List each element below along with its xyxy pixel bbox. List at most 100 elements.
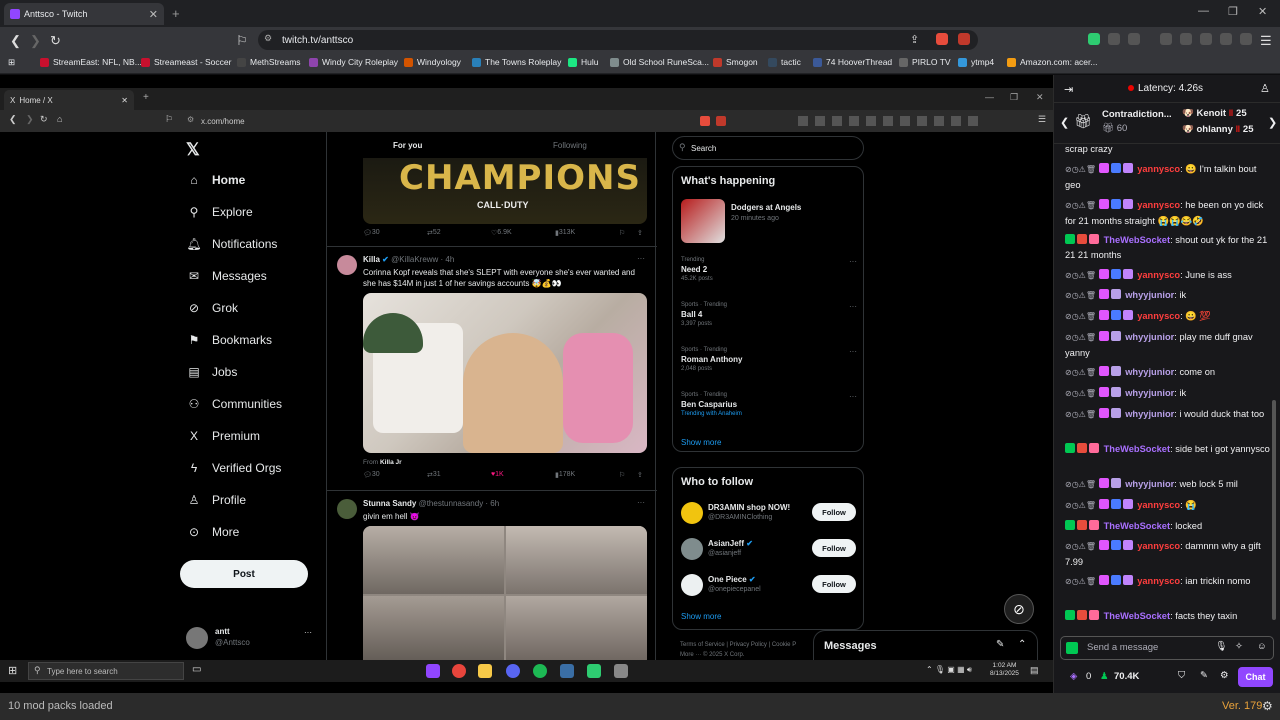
new-tab-icon[interactable]: + xyxy=(143,92,149,103)
collapse-chat-icon[interactable]: ⇥ xyxy=(1064,83,1073,96)
chevron-left-icon[interactable]: ❮ xyxy=(1060,116,1069,129)
nav-verified-orgs[interactable]: ϟ Verified Orgs xyxy=(186,458,282,478)
nav-profile[interactable]: ♙ Profile xyxy=(186,490,246,510)
nav-bookmarks[interactable]: ⚑ Bookmarks xyxy=(186,330,272,350)
follow-suggestion[interactable]: AsianJeff ✔ @asianjeff Follow xyxy=(681,536,857,564)
leader-user[interactable]: 🐶 ohlanny ‖ 25 xyxy=(1182,124,1253,135)
minimize-icon[interactable]: — xyxy=(1198,5,1209,17)
chat-message[interactable]: ⊘◷⚠🗑︎ whyyjunior: come on xyxy=(1065,365,1270,381)
follow-suggestion[interactable]: One Piece ✔ @onepiecepanel Follow xyxy=(681,572,857,600)
stream-video[interactable]: X Home / X ✕ + — ❐ ✕ ❮ ❯ ↻ ⌂ ⚐ ⚙ x.com/h… xyxy=(0,75,1053,693)
chat-message[interactable]: ⊘◷⚠🗑︎ whyyjunior: play me duff gnav yann… xyxy=(1065,330,1270,360)
maximize-icon[interactable]: ❐ xyxy=(1228,5,1238,18)
extension-icon[interactable] xyxy=(1128,33,1140,45)
privacy-link[interactable]: Privacy Policy xyxy=(730,642,767,648)
bookmark-item[interactable]: 74 HooverThread xyxy=(813,57,892,67)
chat-message[interactable]: ⊘◷⚠🗑︎ yannysco: June is ass xyxy=(1065,268,1270,284)
extension-icon[interactable] xyxy=(1108,33,1120,45)
chat-send-button[interactable]: Chat xyxy=(1238,667,1273,687)
bookmark-item[interactable]: PIRLO TV xyxy=(899,57,951,67)
bookmark-icon[interactable]: ⚐ xyxy=(619,471,625,479)
search-input[interactable]: ⚲ Search xyxy=(672,136,864,160)
share-icon[interactable]: ⇪ xyxy=(637,471,643,479)
chevron-right-icon[interactable]: ❯ xyxy=(1268,116,1277,129)
wallet-icon[interactable] xyxy=(1200,33,1212,45)
channel-points-icon[interactable]: ◈ xyxy=(1070,671,1077,682)
inner-url-field[interactable]: ⚙ x.com/home xyxy=(183,114,653,128)
bookmark-item[interactable]: tactic xyxy=(768,57,801,67)
app-taskbar-icon[interactable] xyxy=(560,664,574,678)
microphone-icon[interactable]: 🎙︎ xyxy=(1215,641,1227,652)
like-button[interactable]: ♡ 6.9K xyxy=(491,229,512,237)
mod-action-icons[interactable]: ⊘◷⚠🗑︎ xyxy=(1065,163,1096,178)
reply-button[interactable]: 💬︎ 30 xyxy=(363,229,380,237)
outer-tab-twitch[interactable]: Anttsco - Twitch ✕ xyxy=(4,3,164,25)
chat-message[interactable]: ⊘◷⚠🗑︎ whyyjunior: ik xyxy=(1065,386,1270,402)
reload-icon[interactable]: ↻ xyxy=(50,33,61,49)
maximize-icon[interactable]: ❐ xyxy=(1010,92,1018,103)
grok-floating-button[interactable]: ⊘ xyxy=(1004,594,1034,624)
tweet-media-video[interactable] xyxy=(363,293,647,453)
notification-icon[interactable]: ▤ xyxy=(1030,665,1039,676)
cookie-link[interactable]: Cookie P xyxy=(772,642,796,648)
nav-more[interactable]: ⊙ More xyxy=(186,522,239,542)
trend-item[interactable]: Sports · Trending Roman Anthony 2,048 post… xyxy=(681,347,857,372)
chat-scrollbar[interactable] xyxy=(1272,400,1276,620)
chevron-up-icon[interactable]: ⌃ xyxy=(1018,639,1026,650)
emote-icon[interactable]: ☺ xyxy=(1257,641,1267,652)
repost-button[interactable]: ⇄ 31 xyxy=(427,471,441,479)
bookmark-item[interactable]: Old School RuneSca... xyxy=(610,57,709,67)
trend-item[interactable]: Sports · Trending Ben Casparius Trending w… xyxy=(681,392,857,417)
extension-d-icon[interactable] xyxy=(1088,33,1100,45)
app-taskbar-icon[interactable] xyxy=(614,664,628,678)
gear-icon[interactable]: ⚙ xyxy=(1262,699,1273,713)
clock[interactable]: 1:02 AM 8/13/2025 xyxy=(990,662,1019,678)
bookmark-item[interactable]: The Towns Roleplay xyxy=(472,57,561,67)
close-tab-icon[interactable]: ✕ xyxy=(149,8,158,21)
spotify-taskbar-icon[interactable] xyxy=(533,664,547,678)
chrome-taskbar-icon[interactable] xyxy=(452,664,466,678)
close-window-icon[interactable]: ✕ xyxy=(1036,92,1044,103)
terms-link[interactable]: Terms of Service xyxy=(680,642,725,648)
bookmark-item[interactable]: StreamEast: NFL, NB... xyxy=(40,57,142,67)
reload-icon[interactable]: ↻ xyxy=(40,114,48,125)
nav-explore[interactable]: ⚲ Explore xyxy=(186,202,253,222)
taskbar-search-input[interactable]: ⚲ Type here to search xyxy=(28,662,184,680)
bookmark-item[interactable]: Hulu xyxy=(568,57,598,67)
tweet-media-image[interactable] xyxy=(363,526,647,660)
bookmark-item[interactable]: Windyology xyxy=(404,57,461,67)
task-view-icon[interactable]: ▭ xyxy=(192,664,201,675)
nav-home[interactable]: ⌂ Home xyxy=(186,170,245,190)
nav-notifications[interactable]: 🔔︎ Notifications xyxy=(186,234,277,254)
views-button[interactable]: ▮ 313K xyxy=(555,229,575,237)
media-icon[interactable] xyxy=(1160,33,1172,45)
chat-message[interactable]: ⊘◷⚠🗑︎ yannysco: 😀 💯 xyxy=(1065,309,1270,325)
nav-grok[interactable]: ⊘ Grok xyxy=(186,298,238,318)
site-info-icon[interactable]: ⚙ xyxy=(264,33,272,44)
share-icon[interactable]: ⇪ xyxy=(637,229,643,237)
bookmark-item[interactable]: ytmp4 xyxy=(958,57,994,67)
bookmark-icon[interactable]: ⚐ xyxy=(619,229,625,237)
leo-icon[interactable] xyxy=(1220,33,1232,45)
share-icon[interactable]: ⇪ xyxy=(910,33,919,46)
chat-message[interactable]: ⊘◷⚠🗑︎ yannysco: 😀 I'm talkin bout geo xyxy=(1065,162,1270,192)
chat-message[interactable]: ⊘◷⚠🗑︎ yannysco: he been on yo dick for 2… xyxy=(1065,198,1270,228)
chat-message[interactable]: ⊘◷⚠🗑︎ yannysco: damnnn why a gift 7.99 xyxy=(1065,539,1270,569)
nav-jobs[interactable]: ▤ Jobs xyxy=(186,362,237,382)
gear-icon[interactable]: ⚙ xyxy=(1220,670,1229,681)
event-title[interactable]: Dodgers at Angels xyxy=(731,203,801,212)
close-window-icon[interactable]: ✕ xyxy=(1258,5,1267,18)
chat-message[interactable]: TheWebSocket: facts they taxin xyxy=(1065,609,1270,624)
forward-icon[interactable]: ❯ xyxy=(30,33,41,49)
tab-for-you[interactable]: For you xyxy=(393,141,422,150)
chat-message[interactable]: TheWebSocket: side bet i got yannysco xyxy=(1065,442,1270,457)
nav-premium[interactable]: X Premium xyxy=(186,426,260,446)
bookmark-item[interactable]: Windy City Roleplay xyxy=(309,57,398,67)
sparkle-icon[interactable]: ✧ xyxy=(1235,641,1243,652)
follow-suggestion[interactable]: DR3AMIN shop NOW! @DR3AMINClothing Follo… xyxy=(681,500,857,528)
chat-message[interactable]: ⊘◷⚠🗑︎ yannysco: ian trickin nomo xyxy=(1065,574,1270,590)
chat-message[interactable]: TheWebSocket: shout out yk for the 21 21… xyxy=(1065,233,1270,262)
chat-message[interactable]: ⊘◷⚠🗑︎ whyyjunior: web lock 5 mil xyxy=(1065,477,1270,493)
mod-action-icons[interactable]: ⊘◷⚠🗑︎ xyxy=(1065,199,1096,214)
trend-item[interactable]: Sports · Trending Ball 4 3,397 posts ··· xyxy=(681,302,857,327)
